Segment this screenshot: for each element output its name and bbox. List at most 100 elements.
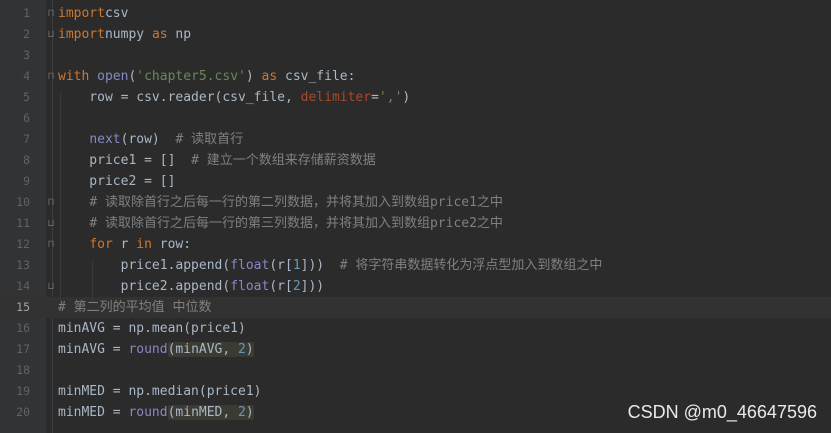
code-text[interactable]: importnumpy as np <box>58 24 191 45</box>
code-token: ) <box>245 405 254 420</box>
code-token: # 读取除首行之后每一行的第二列数据，并将其加入到数组price1之中 <box>89 195 503 210</box>
code-token: price2.append( <box>58 279 231 294</box>
line-number: 17 <box>16 342 30 356</box>
code-token: ',' <box>378 90 403 105</box>
fold-marker-icon[interactable]: ⊔ <box>46 24 56 45</box>
code-text[interactable]: row = csv.reader(csv_file, delimiter=','… <box>58 87 410 108</box>
code-line[interactable]: 15 # 第二列的平均值 中位数 <box>0 297 831 318</box>
code-token: row = csv.reader(csv_file, <box>58 90 301 105</box>
line-number: 12 <box>16 237 30 251</box>
fold-marker-icon[interactable]: ⊔ <box>46 276 56 297</box>
code-token: csv_file: <box>277 69 356 84</box>
code-line[interactable]: 3 <box>0 45 831 66</box>
code-text[interactable]: minMED = np.median(price1) <box>58 381 262 402</box>
line-number: 20 <box>16 405 30 419</box>
code-text[interactable]: price1 = [] # 建立一个数组来存储薪资数据 <box>58 150 376 171</box>
fold-marker-icon[interactable]: ⊔ <box>46 213 56 234</box>
code-token: np <box>167 27 192 42</box>
line-number: 11 <box>16 216 30 230</box>
code-token: = <box>371 90 379 105</box>
line-number: 1 <box>23 6 30 20</box>
code-line[interactable]: 11 ⊔ # 读取除首行之后每一行的第三列数据，并将其加入到数组price2之中 <box>0 213 831 234</box>
code-text[interactable]: next(row) # 读取首行 <box>58 129 243 150</box>
code-token: numpy <box>104 27 152 42</box>
code-token: for <box>89 237 113 252</box>
code-line[interactable]: 8 price1 = [] # 建立一个数组来存储薪资数据 <box>0 150 831 171</box>
code-line[interactable]: 5 row = csv.reader(csv_file, delimiter='… <box>0 87 831 108</box>
code-token: csv <box>104 6 129 21</box>
code-line[interactable]: 1 ⊓ importcsv <box>0 3 831 24</box>
line-number: 10 <box>16 195 30 209</box>
code-token: (row) <box>120 132 176 147</box>
code-token: import <box>58 27 105 42</box>
code-text[interactable]: importcsv <box>58 3 128 24</box>
line-number: 16 <box>16 321 30 335</box>
code-token: as <box>261 69 278 84</box>
code-text[interactable]: price1.append(float(r[1])) # 将字符串数据转化为浮点… <box>58 255 603 276</box>
code-text[interactable]: # 读取除首行之后每一行的第二列数据，并将其加入到数组price1之中 <box>58 192 503 213</box>
code-token: ])) <box>300 258 340 273</box>
code-token: minMED = np.median(price1) <box>58 384 262 399</box>
fold-marker-icon[interactable]: ⊓ <box>46 234 56 255</box>
code-line[interactable]: 4 ⊓ with open('chapter5.csv') as csv_file: <box>0 66 831 87</box>
fold-marker-icon[interactable]: ⊓ <box>46 66 56 87</box>
code-text[interactable]: for r in row: <box>58 234 191 255</box>
code-text[interactable]: # 读取除首行之后每一行的第三列数据，并将其加入到数组price2之中 <box>58 213 503 234</box>
code-text[interactable]: minAVG = round(minAVG, 2) <box>58 339 254 360</box>
code-token: ) <box>245 69 262 84</box>
code-line[interactable]: 9 price2 = [] <box>0 171 831 192</box>
line-number: 18 <box>16 363 30 377</box>
code-line[interactable]: 7 next(row) # 读取首行 <box>0 129 831 150</box>
code-token: 2 <box>238 405 246 420</box>
code-line[interactable]: 2 ⊔ importnumpy as np <box>0 24 831 45</box>
code-text[interactable]: with open('chapter5.csv') as csv_file: <box>58 66 355 87</box>
line-number: 8 <box>23 153 30 167</box>
code-text[interactable]: minMED = round(minMED, 2) <box>58 402 254 423</box>
code-token: ])) <box>300 279 325 294</box>
code-token: row: <box>151 237 192 252</box>
code-line[interactable]: 10 ⊓ # 读取除首行之后每一行的第二列数据，并将其加入到数组price1之中 <box>0 192 831 213</box>
code-line[interactable]: 14 ⊔ price2.append(float(r[2])) <box>0 276 831 297</box>
code-token: 2 <box>238 342 246 357</box>
code-text[interactable]: # 第二列的平均值 中位数 <box>58 297 211 318</box>
code-token: open <box>97 69 129 84</box>
indent-guide <box>92 260 93 302</box>
code-token: (minAVG, <box>167 342 239 357</box>
indent-guide <box>60 92 61 302</box>
code-token: round <box>128 405 168 420</box>
code-token: next <box>89 132 121 147</box>
code-text[interactable]: minAVG = np.mean(price1) <box>58 318 246 339</box>
code-editor[interactable]: 1 ⊓ importcsv 2 ⊔ importnumpy as np 3 4 ⊓ with op… <box>0 0 831 433</box>
code-token: minMED = <box>58 405 129 420</box>
code-text[interactable]: price2.append(float(r[2])) <box>58 276 325 297</box>
fold-marker-icon[interactable]: ⊓ <box>46 192 56 213</box>
code-line[interactable]: 19 minMED = np.median(price1) <box>0 381 831 402</box>
code-token: (minMED, <box>167 405 239 420</box>
code-line[interactable]: 13 price1.append(float(r[1])) # 将字符串数据转化… <box>0 255 831 276</box>
line-number: 7 <box>23 132 30 146</box>
code-line[interactable]: 17 minAVG = round(minAVG, 2) <box>0 339 831 360</box>
code-token: minAVG = np.mean(price1) <box>58 321 246 336</box>
code-line[interactable]: 12 ⊓ for r in row: <box>0 234 831 255</box>
code-line[interactable]: 16 minAVG = np.mean(price1) <box>0 318 831 339</box>
code-token: # 第二列的平均值 中位数 <box>58 300 212 315</box>
code-line[interactable]: 18 <box>0 360 831 381</box>
code-token: round <box>128 342 168 357</box>
code-text[interactable]: price2 = [] <box>58 171 175 192</box>
code-token: import <box>58 6 105 21</box>
fold-marker-icon[interactable]: ⊓ <box>46 3 56 24</box>
code-line[interactable]: 6 <box>0 108 831 129</box>
code-token: (r[ <box>269 279 293 294</box>
code-token: # 将字符串数据转化为浮点型加入到数组之中 <box>339 258 603 273</box>
code-token: # 建立一个数组来存储薪资数据 <box>191 153 376 168</box>
code-token: r <box>112 237 137 252</box>
code-token: as <box>151 27 168 42</box>
code-token: float <box>230 258 270 273</box>
code-token: # 读取首行 <box>175 132 244 147</box>
code-token: delimiter <box>300 90 372 105</box>
line-number: 9 <box>23 174 30 188</box>
